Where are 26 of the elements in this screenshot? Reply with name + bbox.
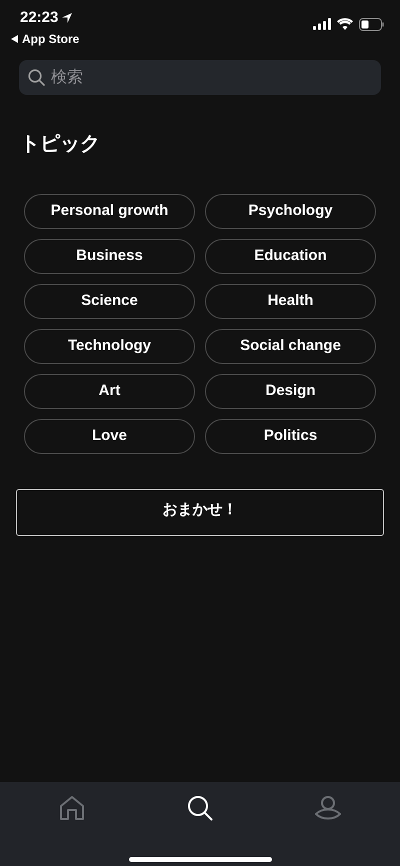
status-time: 22:23 [20,8,58,28]
topic-chip[interactable]: Technology [24,329,195,364]
location-arrow-icon [62,13,72,24]
topic-chip[interactable]: Science [24,284,195,319]
section-title: トピック [19,132,101,157]
topic-chip[interactable]: Art [24,374,195,409]
signal-icon [313,18,331,30]
topic-chip[interactable]: Design [205,374,376,409]
back-arrow-icon[interactable] [11,34,18,42]
search-icon[interactable] [187,795,213,821]
topic-chip[interactable]: Personal growth [24,194,195,229]
back-link[interactable]: App Store [22,30,80,48]
topic-chip[interactable]: Education [205,239,376,274]
home-icon[interactable] [59,795,85,821]
topic-chip[interactable]: Politics [205,419,376,454]
topic-chip[interactable]: Health [205,284,376,319]
topic-chip[interactable]: Social change [205,329,376,364]
topic-chip[interactable]: Psychology [205,194,376,229]
wifi-icon [337,18,353,30]
profile-icon[interactable] [315,795,341,821]
topic-chip[interactable]: Business [24,239,195,274]
battery-icon [359,18,385,30]
search-field[interactable]: 検索 [19,60,381,95]
topic-chip[interactable]: Love [24,419,195,454]
search-icon [28,69,45,86]
random-button[interactable]: おまかせ！ [16,489,384,536]
